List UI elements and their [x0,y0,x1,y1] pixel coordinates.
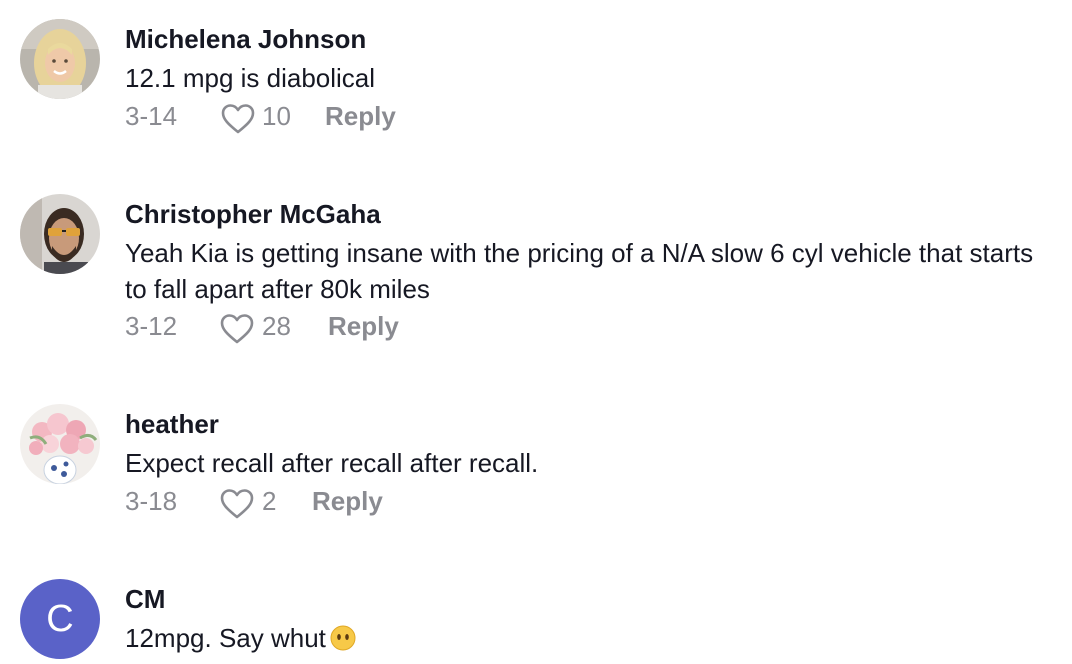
avatar[interactable] [20,194,100,274]
reply-button[interactable]: Reply [328,311,399,342]
comment-text-content: 12mpg. Say whut [125,623,326,653]
comment-date: 3-18 [125,486,178,516]
face-without-mouth-icon [330,624,356,651]
comment-author[interactable]: Christopher McGaha [125,199,381,230]
heart-icon[interactable] [219,488,255,520]
avatar[interactable] [20,404,100,484]
comment-author[interactable]: Michelena Johnson [125,24,366,55]
comment-date: 3-14 [125,101,178,131]
like-count: 10 [262,101,291,131]
comment-text: 12.1 mpg is diabolical [125,63,376,93]
like-count: 28 [262,311,291,341]
heart-icon[interactable] [220,103,256,135]
comment-text: Expect recall after recall after recall. [125,448,539,478]
like-count: 2 [262,486,277,516]
comment-text: Yeah Kia is getting insane with the pric… [125,238,1034,304]
reply-button[interactable]: Reply [312,486,383,517]
comment-author[interactable]: CM [125,584,165,615]
comment-text: 12mpg. Say whut [125,620,1045,656]
avatar[interactable] [20,19,100,99]
comment-date: 3-12 [125,311,178,341]
comment-author[interactable]: heather [125,409,219,440]
heart-icon[interactable] [219,313,255,345]
avatar[interactable]: C [20,579,100,659]
reply-button[interactable]: Reply [325,101,396,132]
